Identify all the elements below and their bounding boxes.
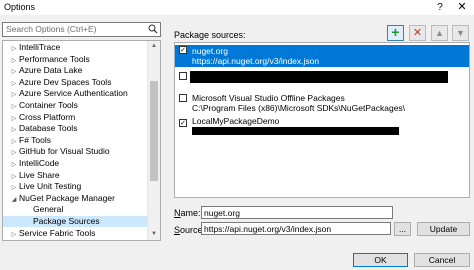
tree-item-label: GitHub for Visual Studio	[19, 146, 110, 157]
help-button[interactable]: ?	[432, 1, 448, 14]
scroll-down-icon[interactable]: ▼	[148, 229, 160, 240]
checkbox-icon[interactable]: ✓	[179, 46, 187, 54]
name-label: Name:	[174, 208, 201, 218]
tree-item[interactable]: ▷ GitHub for Visual Studio	[3, 146, 148, 157]
source-name: nuget.org	[192, 46, 228, 56]
tree-item[interactable]: ▷ Database Tools	[3, 123, 148, 134]
options-tree: ▷ IntelliTrace ▷ Performance Tools ▷ Azure Da…	[2, 40, 161, 241]
tree-item-label: IntelliCode	[19, 158, 60, 168]
scroll-up-icon[interactable]: ▲	[148, 41, 160, 52]
source-url: https://api.nuget.org/v3/index.json	[192, 56, 320, 66]
tree-item[interactable]: Package Sources	[3, 216, 148, 227]
add-source-button[interactable]: +	[387, 25, 404, 41]
tree-item[interactable]: ▷ IntelliCode	[3, 158, 148, 169]
arrow-down-icon: ▼	[456, 28, 465, 38]
x-icon: ✕	[412, 27, 423, 39]
checkbox-icon[interactable]: ✓	[179, 119, 187, 127]
search-placeholder: Search Options (Ctrl+E)	[6, 24, 97, 34]
search-input[interactable]: Search Options (Ctrl+E)	[2, 22, 161, 37]
tree-item-label: F# Tools	[19, 134, 51, 145]
plus-icon: +	[391, 24, 400, 40]
cancel-button[interactable]: Cancel	[414, 253, 470, 267]
arrow-up-icon: ▲	[435, 28, 444, 38]
package-sources-list: ✓ nuget.org https://api.nuget.org/v3/ind…	[174, 42, 470, 198]
tree-item[interactable]: ▷ Service Fabric Tools	[3, 228, 148, 239]
tree-item[interactable]: ▷ Container Tools	[3, 100, 148, 111]
tree-item-label: Package Sources	[33, 216, 100, 226]
source-item-redacted[interactable]	[175, 68, 469, 88]
tree-item[interactable]: General	[3, 204, 148, 215]
checkbox-icon[interactable]	[179, 94, 187, 102]
tree-scroll-thumb[interactable]	[150, 81, 158, 181]
tree-scrollbar[interactable]: ▲ ▼	[147, 41, 160, 240]
tree-item[interactable]: ▷ Performance Tools	[3, 54, 148, 65]
tree-item[interactable]: ▷ F# Tools	[3, 135, 148, 146]
tree-item-label: Live Unit Testing	[19, 181, 82, 192]
tree-item-label: General	[33, 204, 64, 215]
package-sources-label: Package sources:	[174, 30, 246, 40]
move-up-button[interactable]: ▲	[431, 25, 448, 41]
tree-item[interactable]: ▷ Live Unit Testing	[3, 181, 148, 192]
tree-item-label: NuGet Package Manager	[19, 192, 115, 203]
remove-source-button[interactable]: ✕	[409, 25, 426, 41]
source-field[interactable]: https://api.nuget.org/v3/index.json	[201, 222, 391, 235]
tree-item[interactable]: ▷ Azure Service Authentication	[3, 88, 148, 99]
update-button[interactable]: Update	[417, 222, 470, 236]
tree-item-label: Azure Dev Spaces Tools	[19, 76, 112, 87]
search-icon[interactable]	[148, 24, 158, 34]
tree-item-label: Azure Data Lake	[19, 65, 83, 76]
redaction-bar	[190, 71, 448, 83]
window-title: Options	[4, 2, 36, 12]
tree-item[interactable]: ◢ NuGet Package Manager	[3, 193, 148, 204]
tree-item-label: Database Tools	[19, 123, 78, 134]
collapsed-arrow-icon[interactable]: ▷	[9, 230, 19, 240]
source-item[interactable]: ✓ LocalMyPackageDemo	[175, 116, 469, 138]
tree-item[interactable]: ▷ Live Share	[3, 170, 148, 181]
source-item[interactable]: Microsoft Visual Studio Offline Packages…	[175, 93, 469, 115]
title-bar: Options ? ✕	[0, 0, 474, 15]
source-name: LocalMyPackageDemo	[192, 116, 280, 126]
tree-item-label: Live Share	[19, 169, 60, 180]
tree-item-label: Service Fabric Tools	[19, 227, 96, 238]
tree-item-label: Cross Platform	[19, 111, 76, 122]
tree-item[interactable]: ▷ Cross Platform	[3, 112, 148, 123]
tree-item[interactable]: ▷ IntelliTrace	[3, 42, 148, 53]
checkbox-icon[interactable]	[179, 72, 187, 80]
source-url: C:\Program Files (x86)\Microsoft SDKs\Nu…	[192, 103, 406, 113]
tree-item-label: Container Tools	[19, 100, 78, 110]
tree-item[interactable]: ▷ Azure Dev Spaces Tools	[3, 77, 148, 88]
browse-button[interactable]: ...	[394, 222, 411, 236]
ok-button[interactable]: OK	[353, 253, 408, 267]
tree-item-label: IntelliTrace	[19, 42, 61, 52]
tree-item-label: Performance Tools	[19, 53, 90, 64]
redaction-bar	[192, 127, 399, 135]
tree-item-label: Azure Service Authentication	[19, 88, 128, 99]
tree-item[interactable]: ▷ Azure Data Lake	[3, 65, 148, 76]
source-item[interactable]: ✓ nuget.org https://api.nuget.org/v3/ind…	[175, 45, 469, 67]
close-button[interactable]: ✕	[453, 1, 471, 14]
move-down-button[interactable]: ▼	[452, 25, 469, 41]
source-name: Microsoft Visual Studio Offline Packages	[192, 93, 345, 103]
name-field[interactable]: nuget.org	[201, 206, 393, 219]
